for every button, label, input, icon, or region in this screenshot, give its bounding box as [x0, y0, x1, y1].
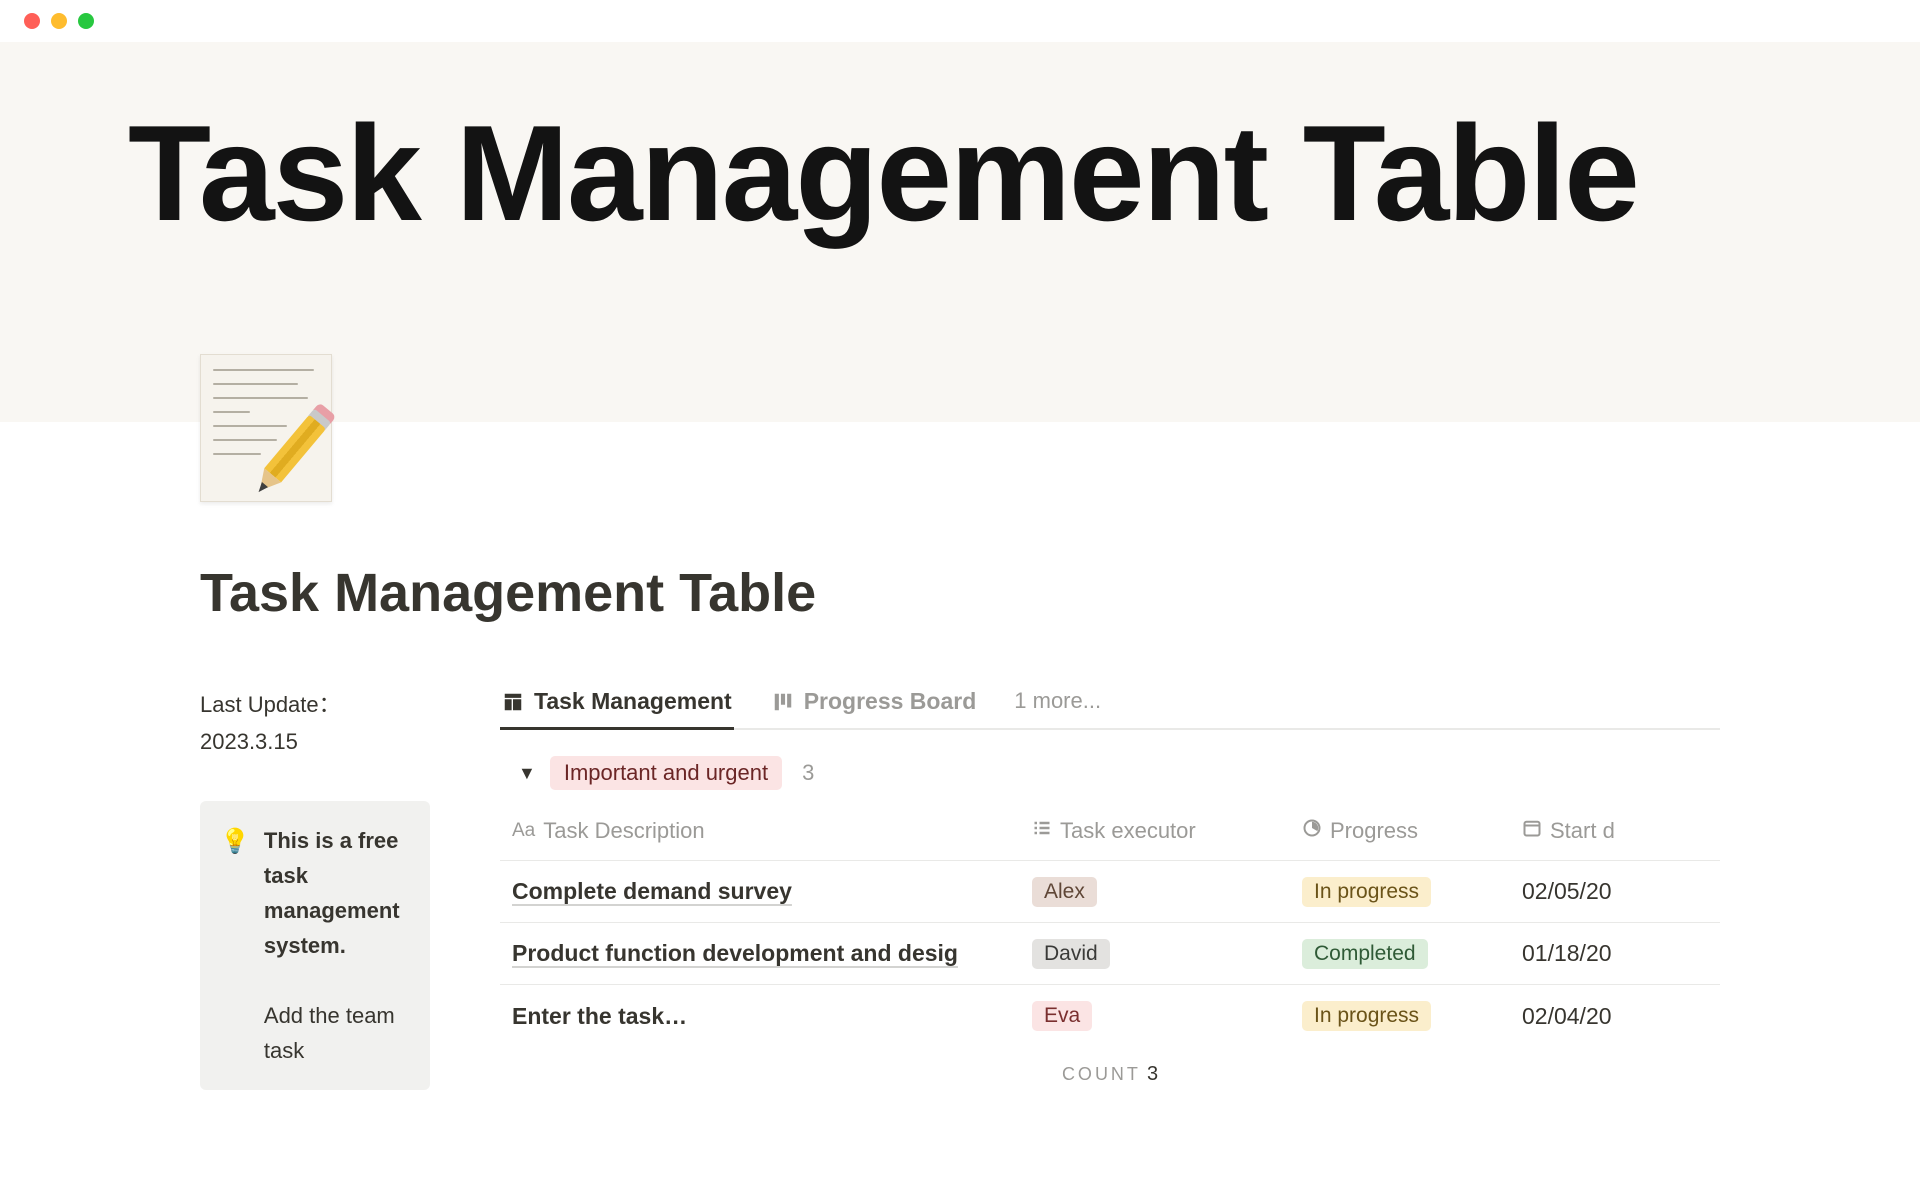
- last-update-label: Last Update：: [200, 692, 341, 717]
- column-label: Task executor: [1060, 818, 1196, 844]
- title-property-icon: Aa: [512, 820, 535, 842]
- executor-tag: Eva: [1032, 1001, 1092, 1031]
- column-label: Start d: [1550, 818, 1615, 844]
- cell-start-date[interactable]: 02/05/20: [1510, 872, 1720, 911]
- column-label: Progress: [1330, 818, 1418, 844]
- column-progress[interactable]: Progress: [1290, 812, 1510, 850]
- table-row[interactable]: Enter the task… Eva In progress 02/04/20: [500, 985, 1720, 1047]
- cell-progress[interactable]: In progress: [1290, 871, 1510, 913]
- collapse-caret-icon[interactable]: ▼: [518, 763, 536, 784]
- more-views[interactable]: 1 more...: [1014, 688, 1101, 726]
- status-icon: [1302, 818, 1322, 844]
- window-minimize-button[interactable]: [51, 13, 67, 29]
- board-icon: [772, 691, 794, 713]
- column-task-description[interactable]: Aa Task Description: [500, 812, 1020, 850]
- lightbulb-icon: 💡: [220, 823, 250, 1068]
- executor-tag: David: [1032, 939, 1110, 969]
- cell-task-description[interactable]: Complete demand survey: [500, 872, 1020, 911]
- cell-start-date[interactable]: 02/04/20: [1510, 997, 1720, 1036]
- tab-task-management[interactable]: Task Management: [500, 688, 734, 730]
- cell-task-description[interactable]: Enter the task…: [500, 997, 1020, 1036]
- count-label: COUNT: [1062, 1064, 1141, 1084]
- cell-start-date[interactable]: 01/18/20: [1510, 934, 1720, 973]
- tab-label: Progress Board: [804, 688, 977, 715]
- callout-bold: This is a free task management system.: [264, 828, 400, 959]
- window-fullscreen-button[interactable]: [78, 13, 94, 29]
- table-footer: COUNT 3: [500, 1053, 1720, 1086]
- database-block: Task Management Progress Board 1 more...…: [500, 686, 1720, 1086]
- table-header: Aa Task Description Task executor Prog: [500, 812, 1720, 861]
- group-pill[interactable]: Important and urgent: [550, 756, 782, 790]
- last-update-value: 2023.3.15: [200, 729, 298, 754]
- cover-title: Task Management Table: [0, 102, 1920, 245]
- progress-tag: In progress: [1302, 1001, 1431, 1031]
- calendar-icon: [1522, 818, 1542, 844]
- multiselect-icon: [1032, 818, 1052, 844]
- window-chrome: [0, 0, 1920, 42]
- cell-task-description[interactable]: Product function development and desig: [500, 934, 1020, 973]
- callout-continued: Add the team task: [264, 998, 410, 1068]
- sidebar-column: Last Update： 2023.3.15 💡 This is a free …: [200, 686, 430, 1090]
- cell-task-executor[interactable]: David: [1020, 933, 1290, 975]
- page-cover: Task Management Table: [0, 42, 1920, 422]
- progress-tag: In progress: [1302, 877, 1431, 907]
- database-table: Aa Task Description Task executor Prog: [500, 812, 1720, 1047]
- cell-task-executor[interactable]: Alex: [1020, 871, 1290, 913]
- column-start-date[interactable]: Start d: [1510, 812, 1720, 850]
- callout-text: This is a free task management system. A…: [264, 823, 410, 1068]
- column-label: Task Description: [543, 818, 704, 844]
- tab-progress-board[interactable]: Progress Board: [770, 688, 979, 730]
- table-row[interactable]: Product function development and desig D…: [500, 923, 1720, 985]
- table-icon: [502, 691, 524, 713]
- page-icon[interactable]: [200, 354, 332, 502]
- callout-block[interactable]: 💡 This is a free task management system.…: [200, 801, 430, 1090]
- page-title[interactable]: Task Management Table: [200, 562, 1720, 624]
- view-tabs: Task Management Progress Board 1 more...: [500, 686, 1720, 730]
- column-task-executor[interactable]: Task executor: [1020, 812, 1290, 850]
- last-update-block[interactable]: Last Update： 2023.3.15: [200, 686, 430, 761]
- count-value: 3: [1147, 1063, 1158, 1085]
- cell-progress[interactable]: Completed: [1290, 933, 1510, 975]
- window-close-button[interactable]: [24, 13, 40, 29]
- tab-label: Task Management: [534, 688, 732, 715]
- table-row[interactable]: Complete demand survey Alex In progress …: [500, 861, 1720, 923]
- cell-task-executor[interactable]: Eva: [1020, 995, 1290, 1037]
- cell-progress[interactable]: In progress: [1290, 995, 1510, 1037]
- group-count: 3: [802, 760, 814, 786]
- executor-tag: Alex: [1032, 877, 1097, 907]
- progress-tag: Completed: [1302, 939, 1428, 969]
- group-header: ▼ Important and urgent 3: [500, 756, 1720, 790]
